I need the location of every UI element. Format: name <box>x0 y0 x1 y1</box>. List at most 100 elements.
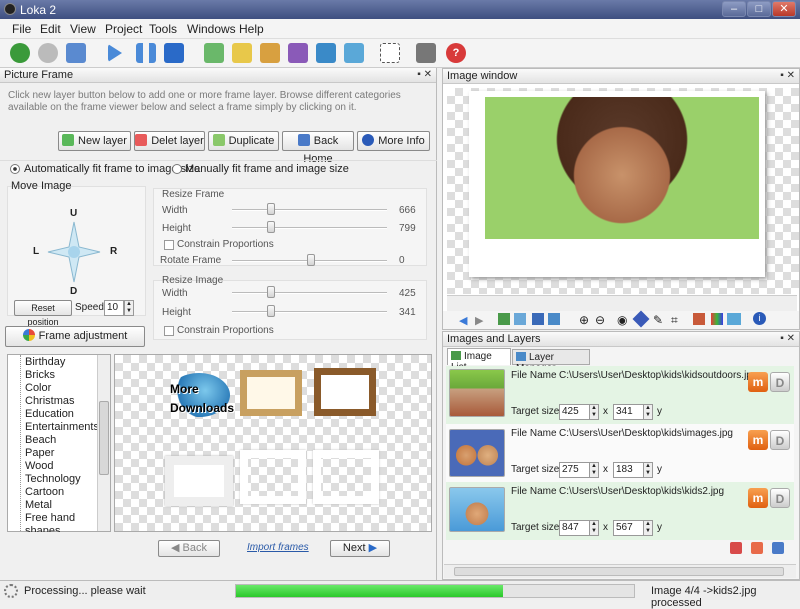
delete-d-button[interactable]: D <box>770 430 790 450</box>
crop-icon[interactable]: ⌗ <box>671 313 678 328</box>
new-layer-button[interactable]: New layer <box>58 131 131 151</box>
target-width-stepper[interactable]: ▲ ▼ <box>589 404 599 420</box>
list-scroll-thumb[interactable] <box>454 567 784 576</box>
settings-icon[interactable] <box>772 542 784 554</box>
zoom-in-icon[interactable]: ⊕ <box>579 313 589 327</box>
frame-height-thumb[interactable] <box>267 221 275 233</box>
direction-pad-icon[interactable] <box>46 220 102 284</box>
image-height-slider[interactable] <box>232 311 387 313</box>
duplicate-button[interactable]: Duplicate <box>208 131 279 151</box>
help-icon[interactable]: ? <box>446 43 466 63</box>
frame-thumbnail-wood-light[interactable] <box>240 370 302 416</box>
image-height-thumb[interactable] <box>267 305 275 317</box>
add-folder-icon[interactable] <box>232 43 252 63</box>
panel-pin-close-icon[interactable]: ▪ ✕ <box>780 333 795 344</box>
frame-width-slider[interactable] <box>232 209 387 211</box>
frame-thumbnail-paper[interactable] <box>165 456 233 506</box>
image-constrain-checkbox[interactable] <box>164 326 174 336</box>
edit-m-button[interactable]: m <box>748 372 768 392</box>
frame-width-thumb[interactable] <box>267 203 275 215</box>
category-item[interactable]: Technology <box>25 473 81 485</box>
pause-icon[interactable] <box>136 43 156 63</box>
category-item[interactable]: Christmas <box>25 395 75 407</box>
eye-icon[interactable]: ◉ <box>617 313 627 327</box>
menu-view[interactable]: View <box>70 22 96 36</box>
maximize-button[interactable]: □ <box>747 1 771 17</box>
move-right-label[interactable]: R <box>110 246 117 257</box>
picture-icon[interactable] <box>344 43 364 63</box>
category-item[interactable]: Cartoon <box>25 486 64 498</box>
category-item[interactable]: Bricks <box>25 369 55 381</box>
minimize-button[interactable]: – <box>722 1 746 17</box>
image-icon[interactable] <box>727 313 741 325</box>
rotate-frame-thumb[interactable] <box>307 254 315 266</box>
tree-scroll-thumb[interactable] <box>99 401 109 475</box>
tab-image-list[interactable]: Image List <box>447 348 511 373</box>
next-button[interactable]: Next ▶ <box>330 540 390 557</box>
fit-icon[interactable] <box>316 43 336 63</box>
next-icon[interactable]: ▶ <box>475 314 483 327</box>
speed-input[interactable]: 10 <box>104 300 124 316</box>
save-icon[interactable] <box>288 43 308 63</box>
select-icon[interactable] <box>380 43 400 63</box>
manual-fit-radio[interactable] <box>172 164 182 174</box>
rotate-icon[interactable] <box>532 313 544 325</box>
home-icon[interactable] <box>66 43 86 63</box>
menu-edit[interactable]: Edit <box>40 22 61 36</box>
tab-layer-manager[interactable]: Layer Manager <box>512 349 590 374</box>
category-item[interactable]: Free hand <box>25 512 75 524</box>
target-height-stepper[interactable]: ▲ ▼ <box>643 520 653 536</box>
wand-icon[interactable]: ✎ <box>653 313 663 327</box>
category-item[interactable]: shapes <box>25 525 60 532</box>
target-height-stepper[interactable]: ▲ ▼ <box>643 404 653 420</box>
delete-layer-button[interactable]: Delet layer <box>134 131 205 151</box>
category-item[interactable]: Beach <box>25 434 56 446</box>
move-down-label[interactable]: D <box>70 286 77 297</box>
zoom-out-icon[interactable]: ⊖ <box>595 313 605 327</box>
frame-thumbnail-white-1[interactable] <box>240 450 306 504</box>
tree-scrollbar[interactable] <box>97 355 110 531</box>
open-folder-icon[interactable] <box>260 43 280 63</box>
edit-m-button[interactable]: m <box>748 430 768 450</box>
reset-position-button[interactable]: Reset position <box>14 300 72 327</box>
move-left-label[interactable]: L <box>33 246 39 257</box>
panel-pin-close-icon[interactable]: ▪ ✕ <box>780 70 795 81</box>
color-icon[interactable] <box>632 310 650 328</box>
target-height-stepper[interactable]: ▲ ▼ <box>643 462 653 478</box>
histogram-icon[interactable] <box>711 313 723 325</box>
panel-pin-close-icon[interactable]: ▪ ✕ <box>417 69 432 80</box>
forward-arrow-icon[interactable] <box>38 43 58 63</box>
remove-all-icon[interactable] <box>751 542 763 554</box>
target-width-stepper[interactable]: ▲ ▼ <box>589 462 599 478</box>
apply-icon[interactable] <box>498 313 510 325</box>
import-frames-link[interactable]: Import frames <box>247 542 309 553</box>
flip-icon[interactable] <box>548 313 560 325</box>
frame-thumbnail-wood-dark[interactable] <box>314 368 376 416</box>
category-item[interactable]: Metal <box>25 499 52 511</box>
speed-stepper[interactable]: ▲ ▼ <box>124 300 134 316</box>
menu-project[interactable]: Project <box>105 22 142 36</box>
back-home-button[interactable]: Back Home <box>282 131 354 165</box>
image-width-slider[interactable] <box>232 292 387 294</box>
more-downloads-line2[interactable]: Downloads <box>170 401 234 415</box>
category-item[interactable]: Wood <box>25 460 54 472</box>
remove-image-icon[interactable] <box>730 542 742 554</box>
image-hscrollbar[interactable] <box>447 295 797 311</box>
edit-m-button[interactable]: m <box>748 488 768 508</box>
category-item[interactable]: Paper <box>25 447 54 459</box>
close-button[interactable]: ✕ <box>772 1 796 17</box>
add-image-icon[interactable] <box>204 43 224 63</box>
delete-d-button[interactable]: D <box>770 372 790 392</box>
more-downloads-line1[interactable]: More <box>170 382 199 396</box>
delete-d-button[interactable]: D <box>770 488 790 508</box>
info-icon[interactable]: i <box>753 312 766 325</box>
list-hscrollbar[interactable] <box>444 564 796 578</box>
copy-icon[interactable] <box>514 313 526 325</box>
menu-tools[interactable]: Tools <box>149 22 177 36</box>
auto-fit-radio[interactable] <box>10 164 20 174</box>
effects-icon[interactable] <box>693 313 705 325</box>
move-up-label[interactable]: U <box>70 208 77 219</box>
category-item[interactable]: Birthday <box>25 356 65 368</box>
menu-windows[interactable]: Windows <box>187 22 236 36</box>
printer-icon[interactable] <box>416 43 436 63</box>
